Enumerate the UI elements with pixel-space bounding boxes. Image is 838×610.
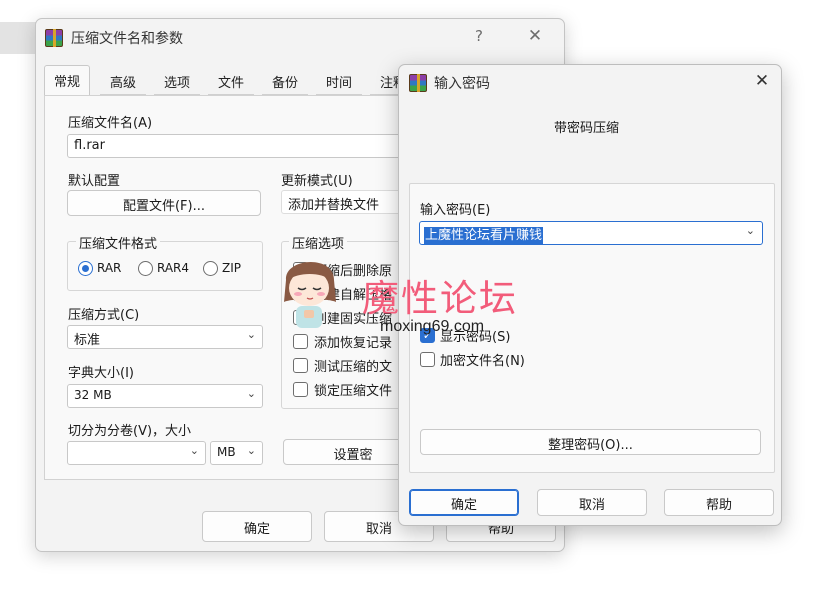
tab-advanced[interactable]: 高级 xyxy=(100,67,146,95)
encrypt-filenames-check[interactable] xyxy=(420,352,435,367)
dictionary-size-label: 字典大小(I) xyxy=(68,366,134,381)
split-unit-select[interactable]: MB ⌄ xyxy=(210,441,263,465)
format-rar-label: RAR xyxy=(97,261,122,275)
tab-files[interactable]: 文件 xyxy=(208,67,254,95)
main-ok-button[interactable]: 确定 xyxy=(202,511,312,542)
help-question-icon[interactable]: ? xyxy=(469,27,489,45)
chevron-down-icon: ⌄ xyxy=(246,444,256,457)
option-recovery-check[interactable] xyxy=(293,334,308,349)
dictionary-size-select[interactable]: 32 MB ⌄ xyxy=(67,384,263,408)
split-volumes-label: 切分为分卷(V)，大小 xyxy=(68,424,192,439)
option-lock-check[interactable] xyxy=(293,382,308,397)
watermark-url: moxing69.com xyxy=(380,318,485,335)
chevron-down-icon: ⌄ xyxy=(246,387,256,400)
winrar-app-icon xyxy=(45,29,63,47)
archive-format-label: 压缩文件格式 xyxy=(76,233,161,252)
password-help-button[interactable]: 帮助 xyxy=(664,489,774,516)
password-cancel-button[interactable]: 取消 xyxy=(537,489,647,516)
password-input-value: 上魔性论坛看片赚钱 xyxy=(424,227,544,244)
main-window-title: 压缩文件名和参数 xyxy=(71,31,183,47)
tab-options[interactable]: 选项 xyxy=(154,67,200,95)
format-rar-radio[interactable] xyxy=(78,261,93,276)
format-rar4-label: RAR4 xyxy=(157,261,190,275)
compression-method-select[interactable]: 标准 ⌄ xyxy=(67,325,263,349)
background-window-strip xyxy=(0,22,40,54)
dictionary-size-value: 32 MB xyxy=(74,388,112,402)
watermark-mascot-image xyxy=(284,261,336,328)
tab-time[interactable]: 时间 xyxy=(316,67,362,95)
tab-general[interactable]: 常规 xyxy=(44,65,90,95)
chevron-down-icon: ⌄ xyxy=(745,224,755,237)
encrypt-filenames-label: 加密文件名(N) xyxy=(440,354,525,369)
password-subtitle: 带密码压缩 xyxy=(554,121,620,136)
compression-method-label: 压缩方式(C) xyxy=(68,308,140,323)
chevron-down-icon: ⌄ xyxy=(189,444,199,457)
watermark-title: 魔性论坛 xyxy=(362,277,518,320)
option-lock-label: 锁定压缩文件 xyxy=(314,384,393,399)
password-input[interactable]: 上魔性论坛看片赚钱 ⌄ xyxy=(419,221,763,245)
split-unit-value: MB xyxy=(217,445,236,459)
password-input-label: 输入密码(E) xyxy=(420,203,491,218)
update-mode-label: 更新模式(U) xyxy=(281,174,353,189)
winrar-app-icon xyxy=(409,74,427,92)
password-ok-button[interactable]: 确定 xyxy=(409,489,519,516)
chevron-down-icon: ⌄ xyxy=(246,328,256,341)
split-size-input[interactable]: ⌄ xyxy=(67,441,206,465)
option-test-label: 测试压缩的文 xyxy=(314,360,393,375)
tab-backup[interactable]: 备份 xyxy=(262,67,308,95)
compression-method-value: 标准 xyxy=(74,333,101,348)
profiles-button[interactable]: 配置文件(F)... xyxy=(67,190,261,216)
organize-passwords-button[interactable]: 整理密码(O)... xyxy=(420,429,761,455)
default-profile-label: 默认配置 xyxy=(68,174,121,189)
password-window-title: 输入密码 xyxy=(434,76,490,92)
format-zip-label: ZIP xyxy=(222,261,241,275)
close-icon[interactable]: ✕ xyxy=(525,26,545,46)
format-rar4-radio[interactable] xyxy=(138,261,153,276)
close-icon[interactable]: ✕ xyxy=(752,71,772,91)
main-titlebar: 压缩文件名和参数 ? ✕ xyxy=(36,19,564,57)
option-test-check[interactable] xyxy=(293,358,308,373)
format-zip-radio[interactable] xyxy=(203,261,218,276)
archive-name-label: 压缩文件名(A) xyxy=(68,116,153,131)
